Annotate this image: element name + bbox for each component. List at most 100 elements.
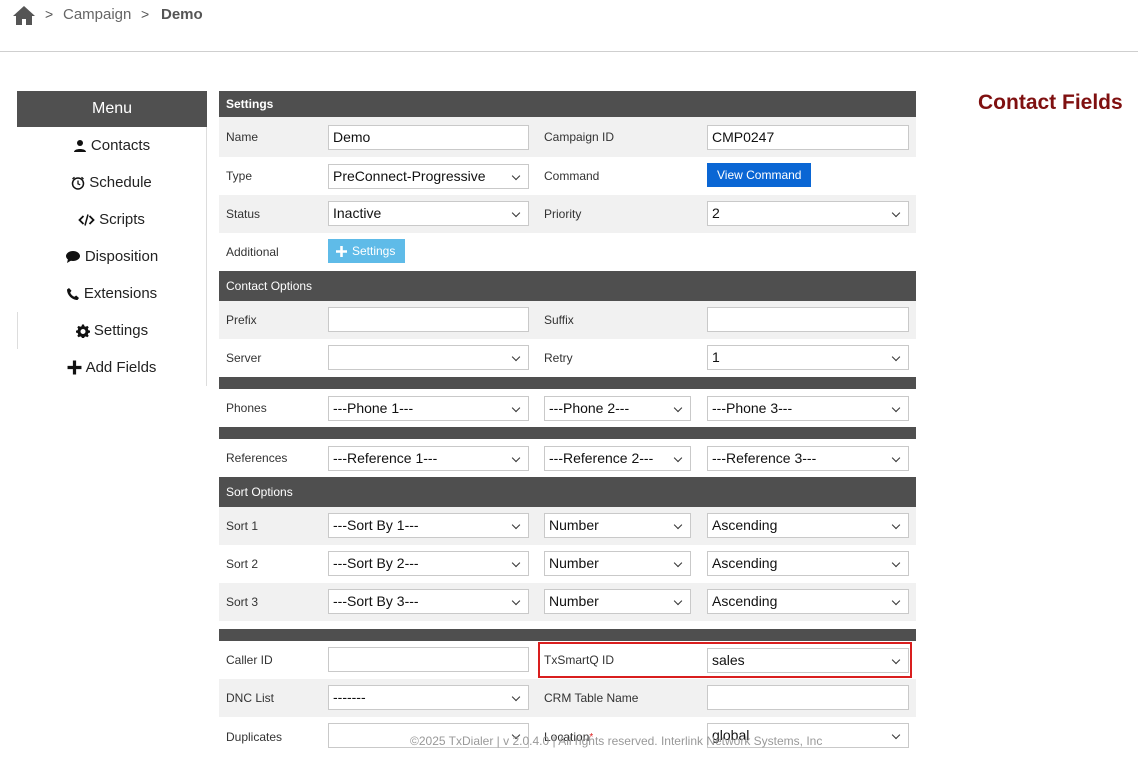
section-divider bbox=[219, 427, 916, 439]
status-label: Status bbox=[226, 207, 261, 221]
campaign-id-input[interactable]: CMP0247 bbox=[707, 125, 909, 150]
row-type: Type PreConnect-Progressive Command View… bbox=[219, 157, 916, 195]
menu-item-disposition[interactable]: Disposition bbox=[17, 238, 206, 275]
name-input[interactable]: Demo bbox=[328, 125, 529, 150]
page-title: Contact Fields bbox=[978, 91, 1123, 114]
server-select[interactable] bbox=[328, 345, 529, 370]
menu-item-label: Add Fields bbox=[85, 359, 157, 376]
section-divider bbox=[219, 377, 916, 389]
section-header-sort-options: Sort Options bbox=[219, 477, 916, 507]
menu-item-scripts[interactable]: Scripts bbox=[17, 201, 206, 238]
breadcrumb-separator: > bbox=[45, 6, 54, 22]
breadcrumb-bar: > Campaign > Demo bbox=[0, 0, 1138, 52]
campaign-settings-form: Settings Name Demo Campaign ID CMP0247 T… bbox=[219, 91, 916, 751]
sort-2-label: Sort 2 bbox=[226, 557, 259, 571]
phone-icon bbox=[66, 287, 79, 300]
footer: ©2025 TxDialer | v 2.0.4.0 | All rights … bbox=[410, 734, 823, 748]
crm-table-name-input[interactable] bbox=[707, 685, 909, 710]
row-sort-1: Sort 1 ---Sort By 1--- Number Ascending bbox=[219, 507, 916, 545]
row-dnc-list: DNC List ------- CRM Table Name bbox=[219, 679, 916, 717]
caller-id-input[interactable] bbox=[328, 647, 529, 672]
row-status: Status Inactive Priority 2 bbox=[219, 195, 916, 233]
additional-settings-button[interactable]: Settings bbox=[328, 239, 406, 263]
gear-icon bbox=[75, 324, 90, 338]
menu-item-extensions[interactable]: Extensions bbox=[17, 275, 206, 312]
phone-3-select[interactable]: ---Phone 3--- bbox=[707, 396, 909, 421]
menu-item-contacts[interactable]: Contacts bbox=[17, 127, 206, 164]
row-name: Name Demo Campaign ID CMP0247 bbox=[219, 117, 916, 157]
menu-title: Menu bbox=[17, 91, 207, 127]
additional-settings-label: Settings bbox=[352, 244, 396, 258]
row-caller-id: Caller ID TxSmartQ ID sales bbox=[219, 641, 916, 679]
reference-1-select[interactable]: ---Reference 1--- bbox=[328, 446, 529, 471]
crm-table-name-label: CRM Table Name bbox=[544, 691, 639, 705]
server-label: Server bbox=[226, 351, 262, 365]
sort-1-label: Sort 1 bbox=[226, 519, 259, 533]
plus-icon bbox=[67, 360, 82, 375]
sort-2-by-select[interactable]: ---Sort By 2--- bbox=[328, 551, 529, 576]
additional-label: Additional bbox=[226, 245, 279, 259]
sort-2-field-select[interactable]: Number bbox=[544, 551, 691, 576]
row-phones: Phones ---Phone 1--- ---Phone 2--- ---Ph… bbox=[219, 389, 916, 427]
view-command-button[interactable]: View Command bbox=[707, 163, 812, 187]
retry-label: Retry bbox=[544, 351, 573, 365]
row-additional: Additional Settings bbox=[219, 233, 916, 271]
section-divider bbox=[219, 629, 916, 641]
sort-3-by-select[interactable]: ---Sort By 3--- bbox=[328, 589, 529, 614]
menu-item-label: Scripts bbox=[99, 211, 145, 228]
menu-item-label: Contacts bbox=[90, 137, 151, 154]
campaign-id-label: Campaign ID bbox=[544, 130, 615, 144]
duplicates-label: Duplicates bbox=[226, 730, 283, 744]
code-icon bbox=[78, 213, 95, 226]
name-label: Name bbox=[226, 130, 259, 144]
references-label: References bbox=[226, 451, 288, 465]
priority-select[interactable]: 2 bbox=[707, 201, 909, 226]
menu-item-label: Extensions bbox=[83, 285, 158, 302]
sort-1-order-select[interactable]: Ascending bbox=[707, 513, 909, 538]
reference-3-select[interactable]: ---Reference 3--- bbox=[707, 446, 909, 471]
sort-2-order-select[interactable]: Ascending bbox=[707, 551, 909, 576]
home-icon[interactable] bbox=[12, 4, 36, 26]
sidebar-menu: Menu Contacts Schedule Scripts Dispositi… bbox=[17, 91, 207, 386]
sort-3-field-select[interactable]: Number bbox=[544, 589, 691, 614]
type-select[interactable]: PreConnect-Progressive bbox=[328, 164, 529, 189]
section-header-settings: Settings bbox=[219, 91, 916, 117]
retry-select[interactable]: 1 bbox=[707, 345, 909, 370]
suffix-label: Suffix bbox=[544, 313, 574, 327]
txsmartq-id-label: TxSmartQ ID bbox=[544, 653, 615, 667]
reference-2-select[interactable]: ---Reference 2--- bbox=[544, 446, 691, 471]
plus-icon bbox=[336, 245, 347, 257]
menu-item-add-fields[interactable]: Add Fields bbox=[17, 349, 206, 386]
sort-3-order-select[interactable]: Ascending bbox=[707, 589, 909, 614]
menu-item-settings[interactable]: Settings bbox=[17, 312, 206, 349]
status-select[interactable]: Inactive bbox=[328, 201, 529, 226]
section-header-contact-options: Contact Options bbox=[219, 271, 916, 301]
row-sort-2: Sort 2 ---Sort By 2--- Number Ascending bbox=[219, 545, 916, 583]
phone-1-select[interactable]: ---Phone 1--- bbox=[328, 396, 529, 421]
suffix-input[interactable] bbox=[707, 307, 909, 332]
type-label: Type bbox=[226, 169, 253, 183]
dnc-list-select[interactable]: ------- bbox=[328, 685, 529, 710]
row-sort-3: Sort 3 ---Sort By 3--- Number Ascending bbox=[219, 583, 916, 621]
priority-label: Priority bbox=[544, 207, 582, 221]
sort-1-field-select[interactable]: Number bbox=[544, 513, 691, 538]
phones-label: Phones bbox=[226, 401, 267, 415]
sort-1-by-select[interactable]: ---Sort By 1--- bbox=[328, 513, 529, 538]
clock-icon bbox=[71, 176, 85, 190]
breadcrumb-demo: Demo bbox=[161, 6, 203, 23]
caller-id-label: Caller ID bbox=[226, 653, 273, 667]
row-references: References ---Reference 1--- ---Referenc… bbox=[219, 439, 916, 477]
sort-3-label: Sort 3 bbox=[226, 595, 259, 609]
menu-item-label: Settings bbox=[93, 322, 149, 339]
phone-2-select[interactable]: ---Phone 2--- bbox=[544, 396, 691, 421]
menu-item-schedule[interactable]: Schedule bbox=[17, 164, 206, 201]
txsmartq-id-select[interactable]: sales bbox=[707, 648, 909, 673]
dnc-list-label: DNC List bbox=[226, 691, 275, 705]
menu-item-label: Disposition bbox=[84, 248, 159, 265]
comment-icon bbox=[65, 250, 80, 263]
prefix-input[interactable] bbox=[328, 307, 529, 332]
prefix-label: Prefix bbox=[226, 313, 257, 327]
breadcrumb-campaign[interactable]: Campaign bbox=[63, 6, 131, 23]
user-icon bbox=[73, 139, 86, 152]
row-server: Server Retry 1 bbox=[219, 339, 916, 377]
